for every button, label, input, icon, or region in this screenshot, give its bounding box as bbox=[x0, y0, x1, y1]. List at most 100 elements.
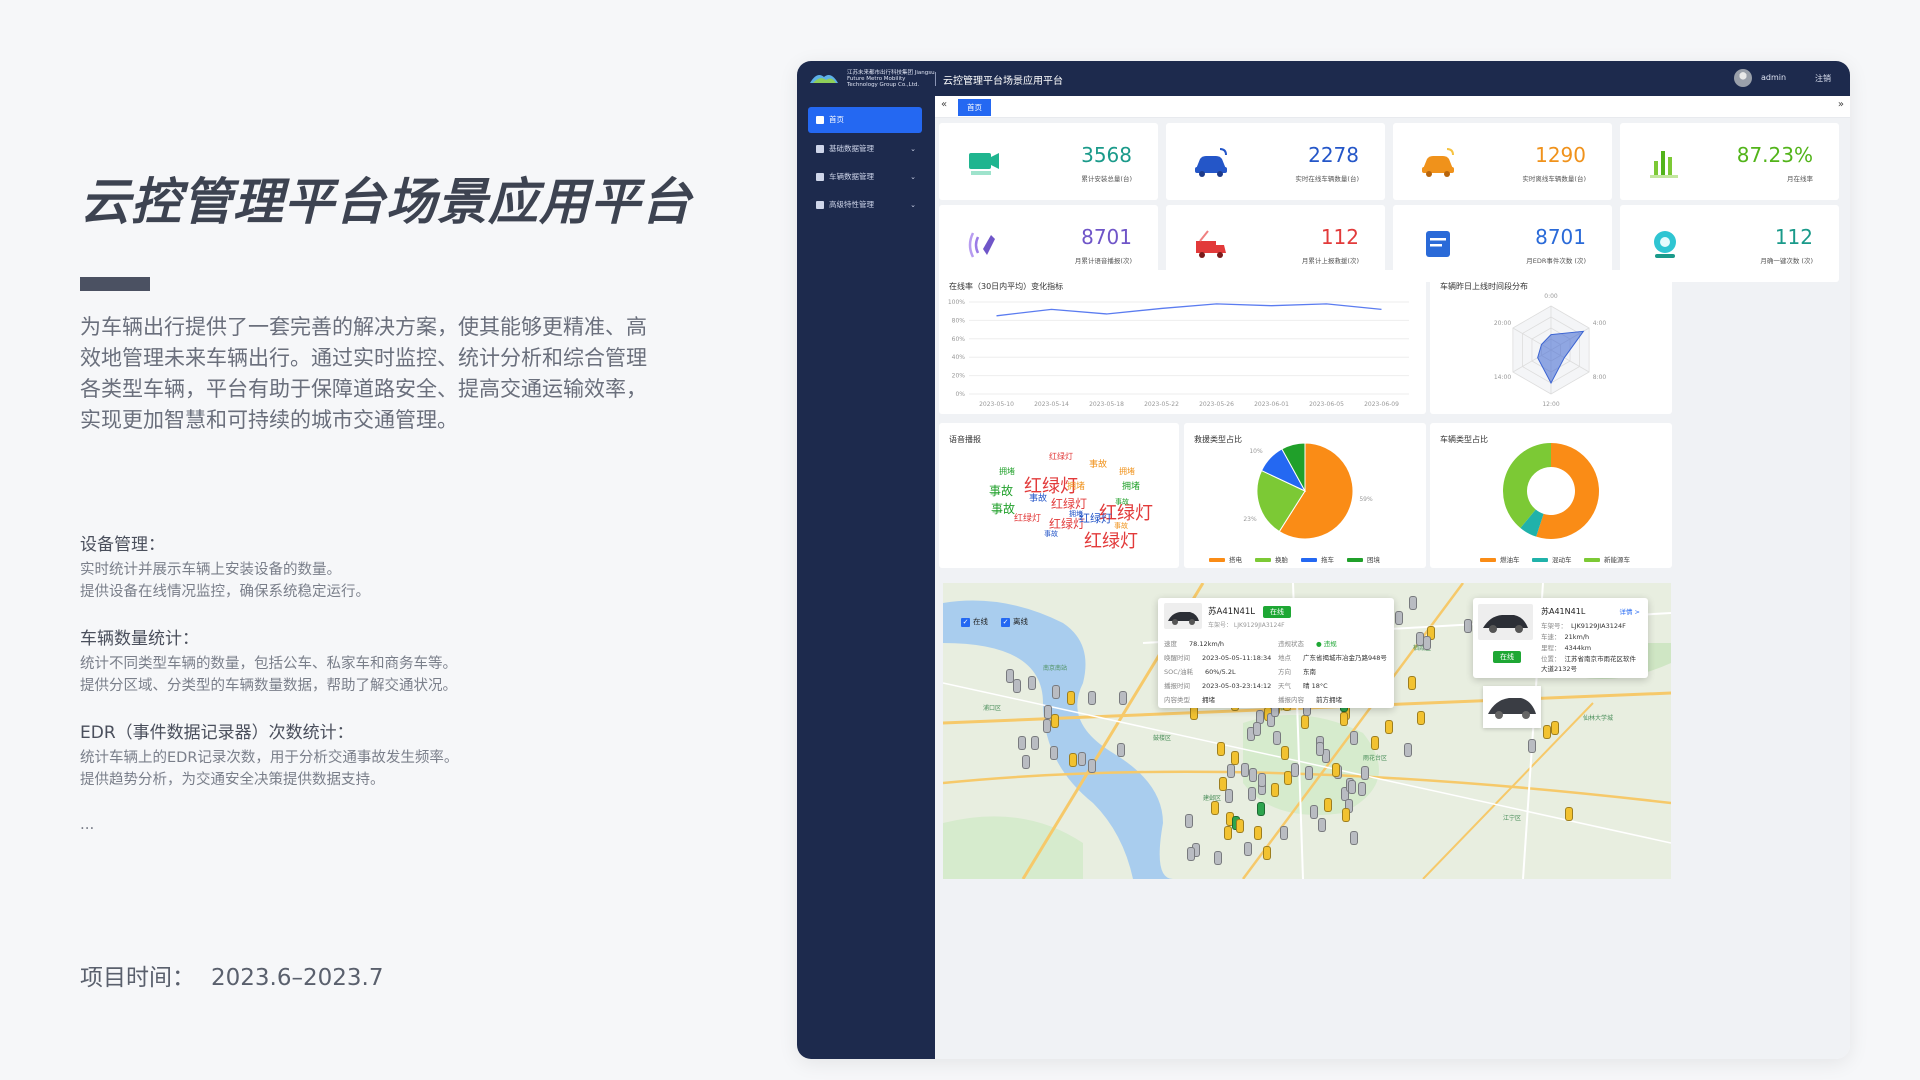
logout-link[interactable]: 注销 bbox=[1815, 73, 1831, 84]
vehicle-marker-icon[interactable] bbox=[1403, 742, 1412, 757]
vehicle-marker-icon[interactable] bbox=[1416, 710, 1425, 725]
vehicle-marker-icon[interactable] bbox=[1371, 736, 1380, 751]
tab-home[interactable]: 首页 bbox=[958, 99, 991, 116]
vehicle-marker-icon[interactable] bbox=[1257, 772, 1266, 787]
vehicle-marker-icon[interactable] bbox=[1247, 786, 1256, 801]
title-accent-bar bbox=[80, 277, 150, 291]
vehicle-marker-icon[interactable] bbox=[1384, 719, 1393, 734]
vehicle-marker-icon[interactable] bbox=[1243, 841, 1252, 856]
vehicle-marker-icon[interactable] bbox=[1022, 755, 1031, 770]
vehicle-marker-icon[interactable] bbox=[1030, 736, 1039, 751]
username[interactable]: admin bbox=[1761, 73, 1786, 82]
vehicle-marker-icon[interactable] bbox=[1254, 825, 1263, 840]
vehicle-marker-icon[interactable] bbox=[1262, 845, 1271, 860]
vehicle-marker-icon[interactable] bbox=[1051, 685, 1060, 700]
vehicle-marker-icon[interactable] bbox=[1341, 808, 1350, 823]
vehicle-type-donut-chart bbox=[1503, 443, 1599, 539]
vehicle-marker-icon[interactable] bbox=[1281, 745, 1290, 760]
vehicle-marker-icon[interactable] bbox=[1043, 718, 1052, 733]
vehicle-marker-icon[interactable] bbox=[1551, 721, 1560, 736]
vehicle-marker-icon[interactable] bbox=[1271, 782, 1280, 797]
vehicle-marker-icon[interactable] bbox=[1318, 818, 1327, 833]
vehicle-marker-icon[interactable] bbox=[1213, 850, 1222, 865]
vehicle-marker-icon[interactable] bbox=[1349, 830, 1358, 845]
vehicle-marker-icon[interactable] bbox=[1186, 846, 1195, 861]
tab-scroll-right-icon[interactable]: » bbox=[1838, 99, 1844, 110]
vehicle-marker-icon[interactable] bbox=[1423, 635, 1432, 650]
tab-scroll-left-icon[interactable]: « bbox=[941, 99, 947, 110]
vehicle-marker-icon[interactable] bbox=[1184, 814, 1193, 828]
stat-label: 实时离线车辆数量(台) bbox=[1522, 175, 1586, 183]
vehicle-marker-icon[interactable] bbox=[1210, 801, 1219, 816]
vehicle-marker-icon[interactable] bbox=[1542, 725, 1551, 740]
vehicle-marker-icon[interactable] bbox=[1249, 767, 1258, 782]
vehicle-marker-icon[interactable] bbox=[1310, 804, 1319, 819]
filter-online[interactable]: ✓ 在线 bbox=[961, 616, 988, 627]
detail-link[interactable]: 详情 > bbox=[1619, 606, 1640, 616]
vehicle-marker-icon[interactable] bbox=[1361, 766, 1370, 780]
vehicle-marker-icon[interactable] bbox=[1463, 618, 1472, 633]
vehicle-marker-icon[interactable] bbox=[1347, 780, 1356, 795]
map-place-label: 浦口区 bbox=[983, 705, 1002, 712]
avatar[interactable] bbox=[1734, 69, 1752, 87]
stat-label: 月累计上报救援(次) bbox=[1301, 257, 1359, 265]
vehicle-marker-icon[interactable] bbox=[1051, 713, 1060, 728]
vehicle-marker-icon[interactable] bbox=[1116, 743, 1125, 758]
vehicle-marker-icon[interactable] bbox=[1069, 753, 1078, 768]
vehicle-map[interactable]: 南京南站雨花台区江宁区浦口区栖霞区秦淮区建邺区鼓楼区玄武区仙林大学城 ✓在线 ✓… bbox=[943, 583, 1671, 879]
vehicle-marker-icon[interactable] bbox=[1087, 690, 1096, 705]
vehicle-marker-icon[interactable] bbox=[1332, 763, 1341, 778]
vehicle-marker-icon[interactable] bbox=[1349, 731, 1358, 746]
vehicle-info-popup: 苏A41N41L 在线 车架号： LJK9129JIA3124F 速度 78.12k… bbox=[1158, 598, 1394, 708]
feature-vehicle-count: 车辆数量统计： 统计不同类型车辆的数量，包括公车、私家车和商务车等。 提供分区域… bbox=[80, 624, 680, 697]
vehicle-marker-icon[interactable] bbox=[1291, 763, 1300, 778]
vehicle-marker-icon[interactable] bbox=[1300, 714, 1309, 729]
field-key: 车速： bbox=[1541, 633, 1561, 641]
sidebar-item-home[interactable]: 首页 bbox=[808, 107, 922, 133]
vehicle-marker-icon[interactable] bbox=[1013, 679, 1022, 694]
home-icon bbox=[816, 116, 824, 124]
vehicle-marker-icon[interactable] bbox=[1527, 738, 1536, 753]
vehicle-marker-icon[interactable] bbox=[1078, 751, 1087, 766]
checkbox-checked-icon[interactable]: ✓ bbox=[1001, 617, 1010, 627]
vehicle-marker-icon[interactable] bbox=[1189, 706, 1198, 721]
vehicle-marker-icon[interactable] bbox=[1006, 669, 1015, 684]
popup-field: 唤醒时间 2023-05-05-11:18:34 bbox=[1164, 652, 1271, 662]
vehicle-marker-icon[interactable] bbox=[1323, 798, 1332, 813]
vehicle-marker-icon[interactable] bbox=[1049, 745, 1058, 760]
vehicle-marker-icon[interactable] bbox=[1241, 763, 1250, 778]
vehicle-marker-icon[interactable] bbox=[1216, 741, 1225, 756]
vehicle-marker-icon[interactable] bbox=[1028, 676, 1037, 691]
vehicle-marker-icon[interactable] bbox=[1340, 712, 1349, 727]
vehicle-marker-icon[interactable] bbox=[1407, 676, 1416, 691]
vehicle-marker-icon[interactable] bbox=[1118, 690, 1127, 705]
vehicle-marker-icon[interactable] bbox=[1408, 595, 1417, 610]
vehicle-marker-icon[interactable] bbox=[1231, 750, 1240, 765]
vehicle-marker-icon[interactable] bbox=[1226, 763, 1235, 778]
vehicle-marker-icon[interactable] bbox=[1395, 610, 1404, 625]
feature-line: 统计车辆上的EDR记录次数，用于分析交通事故发生频率。 bbox=[80, 750, 459, 766]
tow-truck-icon bbox=[1196, 230, 1226, 258]
sidebar-item-advanced[interactable]: 高级特性管理 ⌄ bbox=[808, 192, 922, 218]
vehicle-marker-icon[interactable] bbox=[1219, 777, 1228, 792]
vehicle-marker-icon[interactable] bbox=[1257, 801, 1266, 816]
vehicle-marker-icon[interactable] bbox=[1067, 690, 1076, 705]
vehicle-marker-icon[interactable] bbox=[1236, 819, 1245, 834]
filter-offline[interactable]: ✓ 离线 bbox=[1001, 616, 1028, 627]
sidebar-item-base-data[interactable]: 基础数据管理 ⌄ bbox=[808, 136, 922, 162]
vehicle-marker-icon[interactable] bbox=[1088, 759, 1097, 774]
vehicle-marker-icon[interactable] bbox=[1225, 789, 1234, 804]
vehicle-marker-icon[interactable] bbox=[1316, 741, 1325, 756]
vehicle-marker-icon[interactable] bbox=[1565, 807, 1574, 822]
vehicle-marker-icon[interactable] bbox=[1224, 825, 1233, 840]
vehicle-marker-icon[interactable] bbox=[1272, 730, 1281, 745]
feature-line: 提供设备在线情况监控，确保系统稳定运行。 bbox=[80, 584, 370, 600]
sidebar-item-vehicle-data[interactable]: 车辆数据管理 ⌄ bbox=[808, 164, 922, 190]
vehicle-marker-icon[interactable] bbox=[1253, 722, 1262, 737]
legend-item: 搭电 bbox=[1209, 554, 1242, 564]
vehicle-marker-icon[interactable] bbox=[1305, 766, 1314, 781]
vehicle-marker-icon[interactable] bbox=[1279, 825, 1288, 840]
checkbox-checked-icon[interactable]: ✓ bbox=[961, 617, 970, 627]
vehicle-marker-icon[interactable] bbox=[1018, 735, 1027, 750]
vehicle-marker-icon[interactable] bbox=[1358, 781, 1367, 796]
